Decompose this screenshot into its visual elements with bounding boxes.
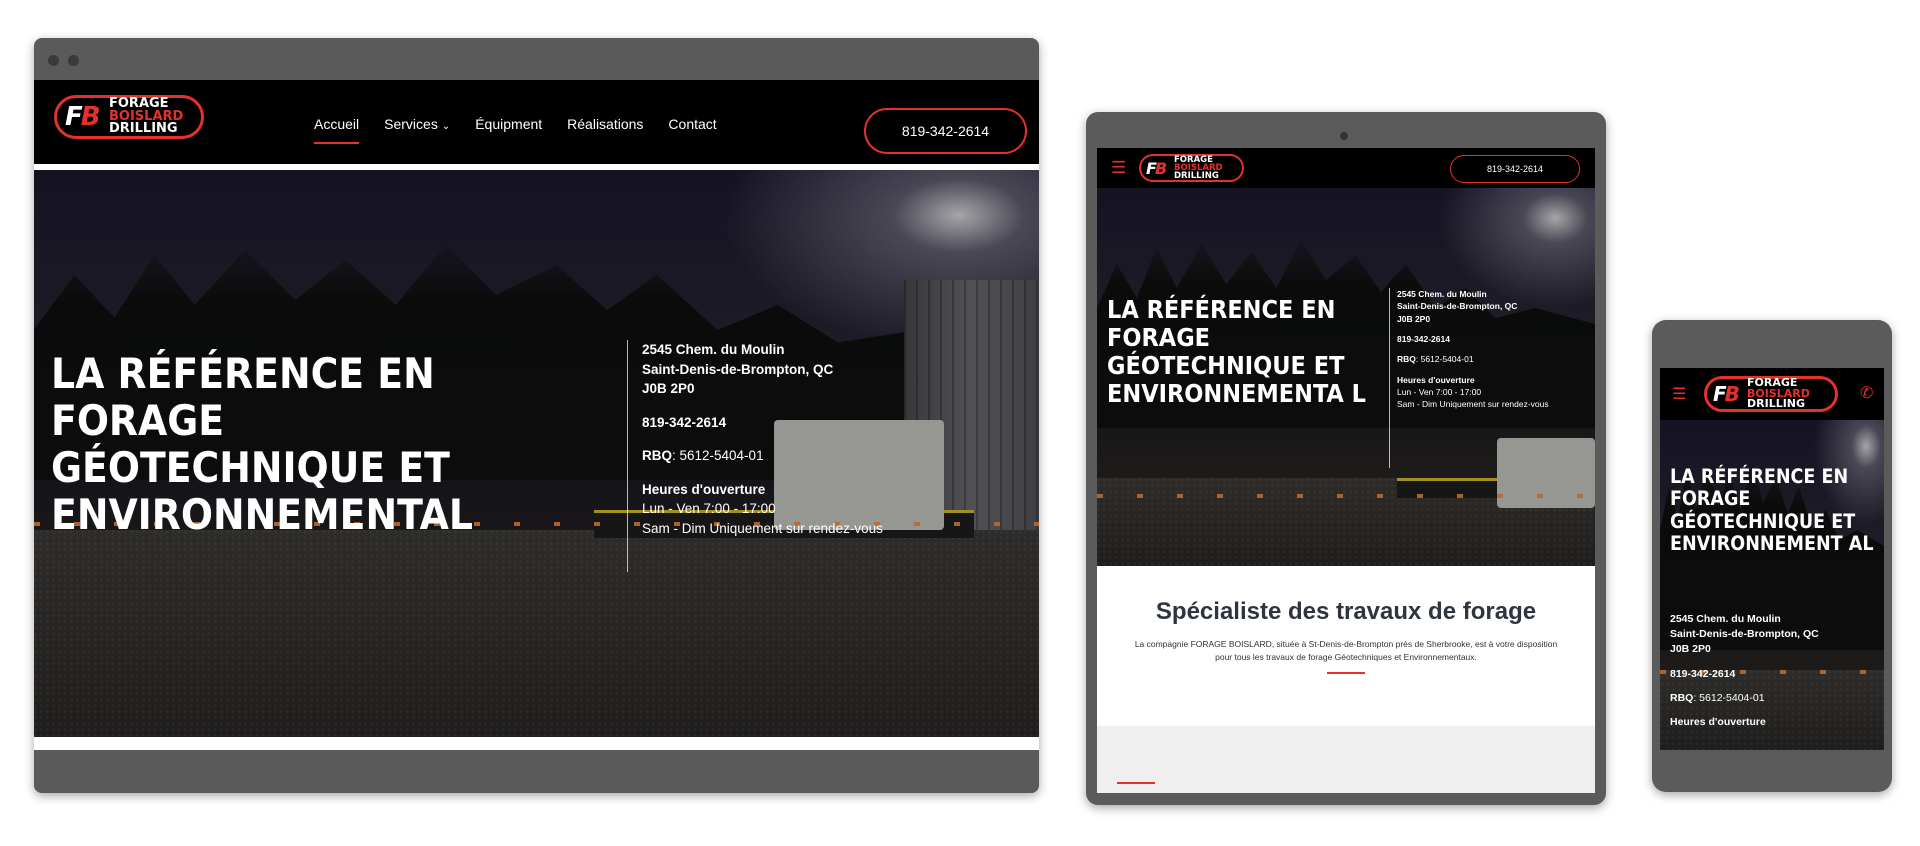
tablet-header: ☰ FB FORAGE BOISLARD DRILLING 819-342-2614: [1097, 148, 1595, 188]
address-line1: 2545 Chem. du Moulin: [1397, 289, 1487, 299]
rbq-label: RBQ: [1670, 691, 1694, 704]
site-header: FB FORAGE BOISLARD DRILLING Accueil Servic…: [34, 80, 1039, 164]
phone-screen: ☰ FB FORAGE BOISLARD DRILLING ✆ LA RÉFÉREN…: [1660, 368, 1884, 750]
rbq-label: RBQ: [1397, 354, 1416, 365]
main-menu: Accueil Services ⌄ Équipment Réalisations…: [314, 116, 717, 144]
nav-item-contact[interactable]: Contact: [668, 116, 716, 144]
window-dots: [48, 55, 79, 66]
postal-code: J0B 2P0: [1670, 643, 1711, 656]
postal-code: J0B 2P0: [642, 381, 695, 397]
next-section: [1097, 726, 1595, 793]
logo-mark: FB: [65, 102, 101, 132]
logo-wordmark: FORAGE BOISLARD DRILLING: [1174, 154, 1223, 182]
hours-weekend: Sam - Dim Uniquement sur rendez-vous: [642, 520, 883, 536]
phone-logo[interactable]: FB FORAGE BOISLARD DRILLING: [1704, 376, 1838, 412]
rbq-value: : 5612-5404-01: [1693, 691, 1765, 704]
logo-wordmark: FORAGE BOISLARD DRILLING: [1747, 376, 1810, 411]
tablet-camera: [1340, 132, 1348, 140]
rbq-number: RBQ: 5612-5404-01: [642, 446, 883, 466]
address-line2: Saint-Denis-de-Brompton, QC: [642, 361, 834, 377]
tablet-phone-button[interactable]: 819-342-2614: [1450, 155, 1580, 183]
postal-code: J0B 2P0: [1397, 313, 1431, 324]
tablet-frame: ☰ FB FORAGE BOISLARD DRILLING 819-342-2614…: [1086, 112, 1606, 805]
hours-label: Heures d'ouverture: [1397, 374, 1475, 385]
address-line1: 2545 Chem. du Moulin: [1670, 613, 1781, 625]
nav-item-realisations[interactable]: Réalisations: [567, 116, 643, 144]
site-logo[interactable]: FB FORAGE BOISLARD DRILLING: [54, 95, 204, 139]
menu-icon[interactable]: ☰: [1111, 158, 1126, 178]
nav-item-services[interactable]: Services ⌄: [384, 116, 450, 144]
rbq-number: RBQ: 5612-5404-01: [1397, 353, 1549, 365]
logo-mark: FB: [1146, 158, 1167, 178]
info-phone[interactable]: 819-342-2614: [642, 413, 883, 433]
tablet-hero: LA RÉFÉRENCE EN FORAGE GÉOTECHNIQUE ET E…: [1097, 188, 1595, 566]
hours-weekday: Lun - Ven 7:00 - 17:00: [642, 501, 776, 517]
address-line1: 2545 Chem. du Moulin: [642, 342, 785, 357]
hero-section: LA RÉFÉRENCE EN FORAGE GÉOTECHNIQUE ET E…: [34, 170, 1039, 737]
logo-mark: FB: [1713, 382, 1740, 406]
phone-header: ☰ FB FORAGE BOISLARD DRILLING ✆: [1660, 368, 1884, 420]
phone-hero-title: LA RÉFÉRENCE EN FORAGE GÉOTECHNIQUE ET E…: [1670, 465, 1874, 556]
phone-frame: ☰ FB FORAGE BOISLARD DRILLING ✆ LA RÉFÉREN…: [1652, 320, 1892, 792]
hours-label: Heures d'ouverture: [1670, 716, 1766, 729]
nav-item-accueil[interactable]: Accueil: [314, 116, 360, 144]
intro-divider: [1327, 671, 1365, 674]
phone-button[interactable]: 819-342-2614: [864, 108, 1027, 154]
tablet-hero-title: LA RÉFÉRENCE EN FORAGE GÉOTECHNIQUE ET E…: [1107, 295, 1366, 408]
desktop-below-hero: [34, 737, 1039, 750]
menu-icon[interactable]: ☰: [1672, 384, 1686, 404]
address-line2: Saint-Denis-de-Brompton, QC: [1670, 628, 1819, 641]
logo-wordmark: FORAGE BOISLARD DRILLING: [109, 96, 184, 137]
nav-item-equipment[interactable]: Équipment: [475, 116, 542, 144]
address-line2: Saint-Denis-de-Brompton, QC: [1397, 301, 1518, 312]
contact-info: 2545 Chem. du Moulin Saint-Denis-de-Brom…: [627, 340, 883, 572]
phone-hero: LA RÉFÉRENCE EN FORAGE GÉOTECHNIQUE ET E…: [1660, 420, 1884, 750]
nav-item-services-label: Services: [384, 116, 438, 132]
chevron-down-icon: ⌄: [441, 121, 451, 132]
intro-section: Spécialiste des travaux de forage La com…: [1097, 566, 1595, 726]
info-phone[interactable]: 819-342-2614: [1397, 333, 1549, 345]
desktop-frame: FB FORAGE BOISLARD DRILLING Accueil Servic…: [34, 38, 1039, 793]
phone-contact-info: 2545 Chem. du Moulin Saint-Denis-de-Brom…: [1670, 612, 1880, 730]
hours-label: Heures d'ouverture: [642, 481, 766, 497]
section-divider: [1117, 782, 1155, 784]
desktop-frame-bottom: [34, 750, 1039, 793]
rbq-value: : 5612-5404-01: [672, 448, 764, 464]
tablet-screen: ☰ FB FORAGE BOISLARD DRILLING 819-342-2614…: [1097, 148, 1595, 793]
rbq-number: RBQ: 5612-5404-01: [1670, 691, 1880, 706]
desktop-screen: FB FORAGE BOISLARD DRILLING Accueil Servic…: [34, 80, 1039, 750]
hours-weekday: Lun - Ven 7:00 - 17:00: [1397, 386, 1482, 397]
intro-heading: Spécialiste des travaux de forage: [1155, 598, 1537, 625]
tablet-contact-info: 2545 Chem. du Moulin Saint-Denis-de-Brom…: [1389, 288, 1549, 468]
phone-icon[interactable]: ✆: [1860, 383, 1873, 403]
info-phone[interactable]: 819-342-2614: [1670, 667, 1880, 682]
device-mockups: FB FORAGE BOISLARD DRILLING Accueil Servic…: [0, 0, 1920, 846]
rbq-value: : 5612-5404-01: [1415, 354, 1474, 365]
tablet-logo[interactable]: FB FORAGE BOISLARD DRILLING: [1139, 154, 1244, 182]
rbq-label: RBQ: [642, 448, 672, 464]
hours-weekend: Sam - Dim Uniquement sur rendez-vous: [1397, 399, 1549, 410]
hero-title: LA RÉFÉRENCE EN FORAGE GÉOTECHNIQUE ET E…: [51, 349, 473, 540]
intro-body: La compagnie FORAGE BOISLARD, située à S…: [1134, 639, 1558, 662]
